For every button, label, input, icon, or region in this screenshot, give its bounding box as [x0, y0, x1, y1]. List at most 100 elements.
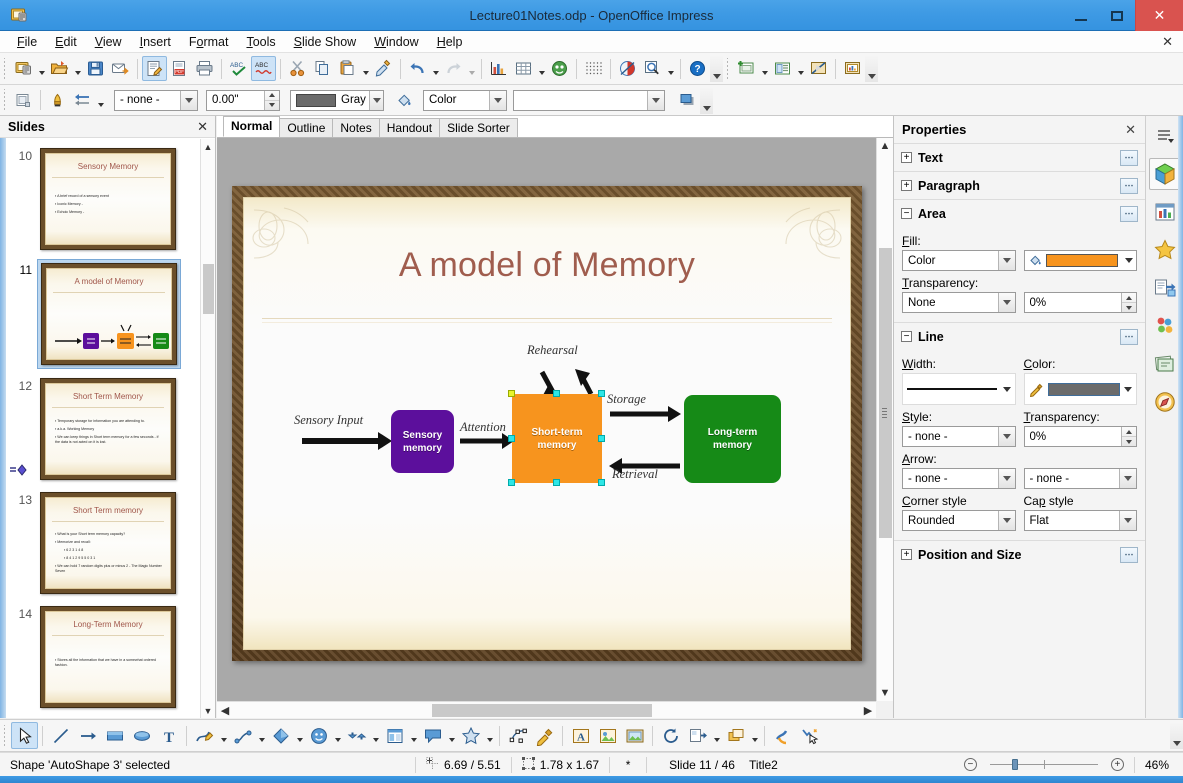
- paragraph-dialog-button[interactable]: ⋯: [1120, 177, 1138, 194]
- minimize-button[interactable]: [1063, 0, 1099, 31]
- chevron-down-icon[interactable]: [180, 90, 197, 110]
- chevron-down-icon[interactable]: [1124, 387, 1132, 392]
- menu-insert[interactable]: Insert: [131, 33, 180, 51]
- menu-view[interactable]: View: [86, 33, 131, 51]
- label-rehearsal[interactable]: Rehearsal: [527, 343, 578, 358]
- menu-tools[interactable]: Tools: [237, 33, 284, 51]
- email-icon[interactable]: [108, 56, 133, 81]
- selection-handle[interactable]: [598, 435, 605, 442]
- section-position-size-header[interactable]: + Position and Size ⋯: [894, 541, 1145, 568]
- open-dropdown-arrow[interactable]: [72, 56, 83, 81]
- new-slide-dropdown-arrow[interactable]: [759, 56, 770, 81]
- section-area-header[interactable]: − Area ⋯: [894, 200, 1145, 227]
- zoom-control[interactable]: − +: [954, 753, 1134, 776]
- label-attention[interactable]: Attention: [460, 420, 506, 435]
- chevron-down-icon[interactable]: [369, 90, 383, 110]
- new-dropdown-arrow[interactable]: [36, 56, 47, 81]
- fill-type-combo[interactable]: Color: [902, 250, 1016, 271]
- zoom-in-button[interactable]: +: [1110, 758, 1124, 771]
- flowchart-icon[interactable]: [381, 722, 408, 749]
- expander-icon[interactable]: −: [901, 208, 912, 219]
- selection-handle[interactable]: [598, 390, 605, 397]
- toolbar-grip[interactable]: [2, 57, 9, 80]
- text-icon[interactable]: T: [155, 722, 182, 749]
- scroll-left-arrow[interactable]: ◀: [217, 702, 233, 718]
- section-line-header[interactable]: − Line ⋯: [894, 323, 1145, 350]
- autospellcheck-icon[interactable]: ABC: [251, 56, 276, 81]
- glue-points-icon[interactable]: [531, 722, 558, 749]
- chevron-down-icon[interactable]: [997, 251, 1015, 270]
- area-style-icon[interactable]: [392, 88, 417, 113]
- scroll-down-arrow[interactable]: ▼: [877, 685, 893, 701]
- slide-layout-icon[interactable]: [770, 56, 795, 81]
- redo-icon[interactable]: [441, 56, 466, 81]
- save-icon[interactable]: [83, 56, 108, 81]
- close-icon[interactable]: ✕: [197, 119, 208, 135]
- paste-icon[interactable]: [335, 56, 360, 81]
- redo-dropdown-arrow[interactable]: [466, 56, 477, 81]
- menu-window[interactable]: Window: [365, 33, 427, 51]
- zoom-icon[interactable]: [640, 56, 665, 81]
- select-icon[interactable]: [11, 722, 38, 749]
- shadow-icon[interactable]: [769, 722, 796, 749]
- rotate-icon[interactable]: [657, 722, 684, 749]
- slides-list[interactable]: 10 Sensory Memory A brief record of a se…: [7, 139, 200, 718]
- area-transparency-spinbox[interactable]: 0%: [1023, 292, 1137, 313]
- toolbar-grip[interactable]: [2, 724, 9, 747]
- arrow-start-combo[interactable]: - none -: [902, 468, 1016, 489]
- corner-style-combo[interactable]: Rounded: [902, 510, 1016, 531]
- new-icon[interactable]: [11, 56, 36, 81]
- copy-icon[interactable]: [310, 56, 335, 81]
- area-transparency-type-combo[interactable]: None: [902, 292, 1016, 313]
- selection-handle[interactable]: [508, 435, 515, 442]
- list-item[interactable]: 13 Short Term memory What is your Short …: [7, 489, 200, 597]
- tab-handout[interactable]: Handout: [378, 118, 441, 137]
- chevron-down-icon[interactable]: [997, 427, 1015, 446]
- menu-slide-show[interactable]: Slide Show: [285, 33, 366, 51]
- menu-edit[interactable]: Edit: [46, 33, 86, 51]
- help-icon[interactable]: ?: [685, 56, 710, 81]
- block-arrows-icon[interactable]: [343, 722, 370, 749]
- close-icon[interactable]: ✕: [1125, 122, 1136, 138]
- section-paragraph-header[interactable]: + Paragraph ⋯: [894, 172, 1145, 199]
- open-icon[interactable]: [47, 56, 72, 81]
- menu-file[interactable]: File: [8, 33, 46, 51]
- scroll-up-arrow[interactable]: ▲: [201, 139, 215, 154]
- arrange-dropdown-arrow[interactable]: [749, 723, 760, 748]
- flowchart-dropdown-arrow[interactable]: [408, 723, 419, 748]
- scrollbar-thumb[interactable]: [879, 248, 892, 538]
- helplines-icon[interactable]: [615, 56, 640, 81]
- navigator-icon[interactable]: [1149, 386, 1181, 418]
- stars-icon[interactable]: [457, 722, 484, 749]
- area-dialog-button[interactable]: ⋯: [1120, 205, 1138, 222]
- section-position-size[interactable]: + Position and Size ⋯: [894, 540, 1145, 568]
- toolbar-grip[interactable]: [725, 57, 732, 80]
- selection-handle[interactable]: [598, 479, 605, 486]
- chevron-down-icon[interactable]: [489, 90, 506, 110]
- paste-dropdown-arrow[interactable]: [360, 56, 371, 81]
- canvas-vertical-scrollbar[interactable]: ▲ ▼: [876, 138, 893, 701]
- list-item[interactable]: 10 Sensory Memory A brief record of a se…: [7, 145, 200, 253]
- arrange-icon[interactable]: [722, 722, 749, 749]
- menu-format[interactable]: Format: [180, 33, 238, 51]
- expander-icon[interactable]: +: [901, 549, 912, 560]
- scroll-up-arrow[interactable]: ▲: [877, 138, 893, 154]
- long-term-memory-shape[interactable]: Long-term memory: [684, 395, 781, 483]
- scroll-right-arrow[interactable]: ▶: [860, 702, 876, 718]
- clone-formatting-icon[interactable]: [371, 56, 396, 81]
- expander-icon[interactable]: −: [901, 331, 912, 342]
- arrow-icon[interactable]: [74, 722, 101, 749]
- master-slides-icon[interactable]: [1149, 196, 1181, 228]
- list-item[interactable]: 12 Short Term Memory Temporary storage f…: [7, 375, 200, 483]
- basic-shapes-icon[interactable]: [267, 722, 294, 749]
- zoom-level[interactable]: 46%: [1135, 753, 1183, 776]
- block-arrows-dropdown-arrow[interactable]: [370, 723, 381, 748]
- gallery-icon[interactable]: [1149, 310, 1181, 342]
- scroll-down-arrow[interactable]: ▼: [201, 703, 215, 718]
- line-filling-toolbar-overflow[interactable]: [700, 86, 713, 114]
- grid-icon[interactable]: [581, 56, 606, 81]
- selection-handle[interactable]: [553, 479, 560, 486]
- views-toolbar-overflow[interactable]: [865, 55, 878, 82]
- edit-file-icon[interactable]: [142, 56, 167, 81]
- section-paragraph[interactable]: + Paragraph ⋯: [894, 171, 1145, 199]
